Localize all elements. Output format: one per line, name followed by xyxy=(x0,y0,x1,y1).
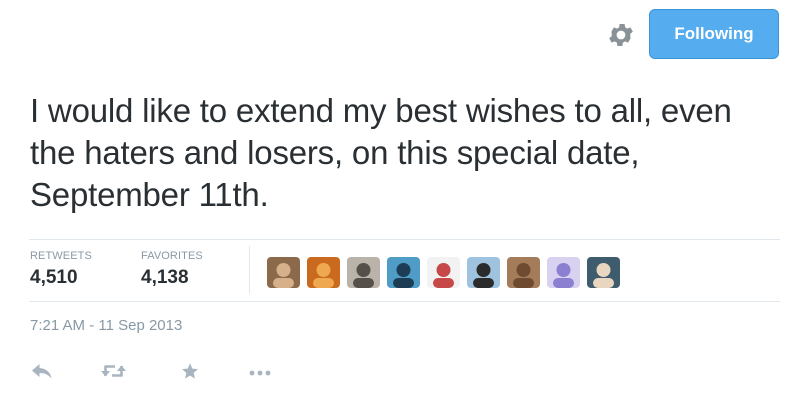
tweet-text: I would like to extend my best wishes to… xyxy=(30,92,732,213)
avatar[interactable] xyxy=(427,257,460,288)
reply-icon[interactable] xyxy=(31,363,53,379)
avatar[interactable] xyxy=(507,257,540,288)
tweet-timestamp[interactable]: 7:21 AM - 11 Sep 2013 xyxy=(30,317,182,334)
retweet-icon[interactable] xyxy=(100,363,127,379)
favorites-count: 4,138 xyxy=(141,267,189,288)
divider xyxy=(29,301,780,302)
more-dots-icon[interactable] xyxy=(249,370,271,376)
gear-icon[interactable] xyxy=(606,20,636,50)
avatar[interactable] xyxy=(267,257,300,288)
avatar[interactable] xyxy=(347,257,380,288)
favoriter-avatars xyxy=(267,257,620,288)
favorites-stat[interactable]: FAVORITES 4,138 xyxy=(141,250,203,289)
avatar[interactable] xyxy=(387,257,420,288)
retweets-label: RETWEETS xyxy=(30,250,92,262)
divider xyxy=(29,239,780,240)
avatar[interactable] xyxy=(587,257,620,288)
favorites-label: FAVORITES xyxy=(141,250,203,262)
retweets-count: 4,510 xyxy=(30,267,78,288)
retweets-stat[interactable]: RETWEETS 4,510 xyxy=(30,250,92,289)
star-icon[interactable] xyxy=(181,363,199,380)
avatar[interactable] xyxy=(307,257,340,288)
stats-divider xyxy=(249,246,250,294)
following-button[interactable]: Following xyxy=(649,9,779,59)
avatar[interactable] xyxy=(467,257,500,288)
avatar[interactable] xyxy=(547,257,580,288)
